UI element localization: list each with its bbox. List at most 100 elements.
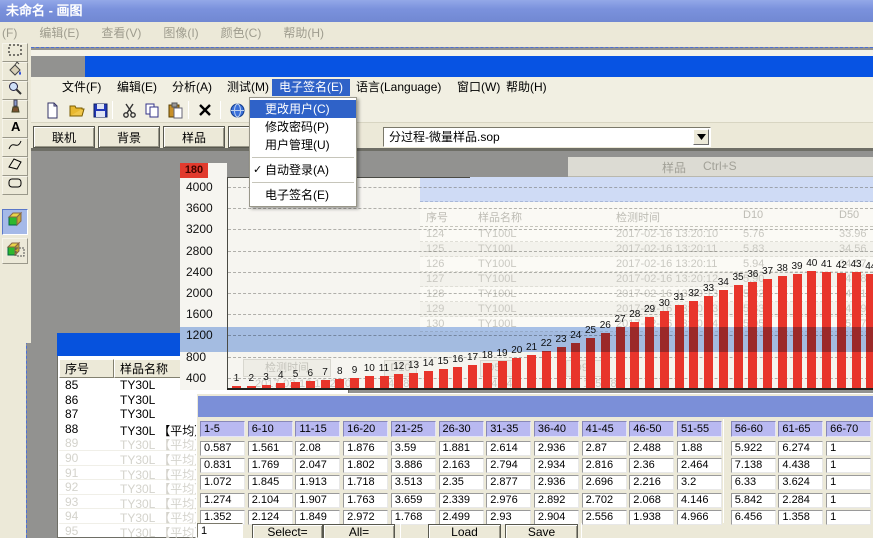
grid-cell[interactable]: 2.047 <box>295 458 340 473</box>
grid-cell[interactable]: 2.904 <box>534 510 579 525</box>
grid-cell[interactable]: 2.36 <box>629 458 674 473</box>
grid-cell[interactable]: 1.938 <box>629 510 674 525</box>
panel-button-Select[interactable]: Select= <box>252 524 323 538</box>
dropdown-item-4[interactable]: 自动登录(A)✓ <box>250 161 356 179</box>
grid-cell[interactable]: 1.763 <box>343 493 388 508</box>
grid-cell[interactable]: 6.274 <box>778 441 823 456</box>
open-folder-icon[interactable] <box>67 101 86 120</box>
paint-menu-item-1[interactable]: 编辑(E) <box>39 24 79 41</box>
grid-cell[interactable]: 3.886 <box>391 458 436 473</box>
grid-cell[interactable]: 2.068 <box>629 493 674 508</box>
grid-cell[interactable]: 2.816 <box>582 458 627 473</box>
grid-cell[interactable]: 6.456 <box>731 510 776 525</box>
paint-tool-brush[interactable] <box>2 100 28 119</box>
grid-cell[interactable]: 2.556 <box>582 510 627 525</box>
grid-cell[interactable]: 1 <box>826 441 871 456</box>
paint-tool-magnifier[interactable] <box>2 81 28 100</box>
grid-cell[interactable]: 2.976 <box>486 493 531 508</box>
grid-cell[interactable]: 2.284 <box>778 493 823 508</box>
cut-icon[interactable] <box>120 101 139 120</box>
grid-cell[interactable]: 2.339 <box>439 493 484 508</box>
grid-cell[interactable]: 2.93 <box>486 510 531 525</box>
app-menu-item-1[interactable]: 编辑(E) <box>110 79 164 96</box>
grid-cell[interactable]: 2.614 <box>486 441 531 456</box>
sample-col-index[interactable]: 序号 <box>59 359 114 378</box>
grid-cell[interactable]: 2.877 <box>486 475 531 490</box>
grid-cell[interactable]: 3.2 <box>677 475 722 490</box>
app-button-背景[interactable]: 背景 <box>98 126 160 148</box>
paint-tool-text[interactable]: A <box>2 119 28 138</box>
app-button-联机[interactable]: 联机 <box>33 126 95 148</box>
paste-icon[interactable] <box>166 101 185 120</box>
data-grid-titlebar[interactable] <box>198 396 873 417</box>
grid-cell[interactable]: 2.87 <box>582 441 627 456</box>
grid-cell[interactable]: 1.072 <box>200 475 245 490</box>
panel-button-Load[interactable]: Load <box>428 524 501 538</box>
user-icon[interactable] <box>228 101 247 120</box>
dropdown-item-6[interactable]: 电子签名(E) <box>250 186 356 204</box>
grid-cell[interactable]: 2.216 <box>629 475 674 490</box>
grid-cell[interactable]: 2.936 <box>534 475 579 490</box>
app-menu-item-2[interactable]: 分析(A) <box>165 79 219 96</box>
paint-tool-curve[interactable] <box>2 138 28 157</box>
grid-cell[interactable]: 1 <box>826 510 871 525</box>
paint-menu-item-0[interactable]: (F) <box>2 26 17 40</box>
grid-cell[interactable]: 1.907 <box>295 493 340 508</box>
grid-cell[interactable]: 2.104 <box>248 493 293 508</box>
grid-cell[interactable]: 1 <box>826 493 871 508</box>
grid-cell[interactable]: 1 <box>826 458 871 473</box>
grid-cell[interactable]: 0.587 <box>200 441 245 456</box>
grid-cell[interactable]: 2.35 <box>439 475 484 490</box>
paint-tool-rect-select[interactable] <box>2 43 28 62</box>
grid-cell[interactable]: 2.08 <box>295 441 340 456</box>
grid-cell[interactable]: 1.849 <box>295 510 340 525</box>
grid-cell[interactable]: 2.499 <box>439 510 484 525</box>
new-document-icon[interactable] <box>43 101 62 120</box>
grid-cell[interactable]: 1.802 <box>343 458 388 473</box>
grid-cell[interactable]: 1.913 <box>295 475 340 490</box>
grid-cell[interactable]: 1.561 <box>248 441 293 456</box>
grid-cell[interactable]: 2.794 <box>486 458 531 473</box>
combobox-dropdown-arrow-icon[interactable] <box>693 129 709 145</box>
grid-cell[interactable]: 5.842 <box>731 493 776 508</box>
grid-cell[interactable]: 3.513 <box>391 475 436 490</box>
dropdown-item-0[interactable]: 更改用户(C) <box>250 100 356 118</box>
dropdown-item-2[interactable]: 用户管理(U) <box>250 136 356 154</box>
app-menu-item-3[interactable]: 测试(M) <box>220 79 276 96</box>
app-button-样品[interactable]: 样品 <box>163 126 225 148</box>
grid-cell[interactable]: 2.696 <box>582 475 627 490</box>
panel-button-All[interactable]: All= <box>323 524 395 538</box>
grid-cell[interactable]: 2.163 <box>439 458 484 473</box>
grid-cell[interactable]: 5.922 <box>731 441 776 456</box>
app-menu-esignature[interactable]: 电子签名(E) <box>272 79 350 96</box>
paint-tool-cube-3d-alt[interactable] <box>2 238 28 264</box>
grid-cell[interactable]: 1 <box>826 475 871 490</box>
paint-tool-polygon[interactable] <box>2 157 28 176</box>
grid-cell[interactable]: 1.845 <box>248 475 293 490</box>
panel-button-Save[interactable]: Save <box>505 524 578 538</box>
grid-cell[interactable]: 3.659 <box>391 493 436 508</box>
grid-cell[interactable]: 2.934 <box>534 458 579 473</box>
delete-icon[interactable] <box>196 101 215 120</box>
grid-cell[interactable]: 2.464 <box>677 458 722 473</box>
grid-cell[interactable]: 1.718 <box>343 475 388 490</box>
dropdown-item-1[interactable]: 修改密码(P) <box>250 118 356 136</box>
app-menu-item-7[interactable]: 帮助(H) <box>499 79 554 96</box>
grid-cell[interactable]: 3.624 <box>778 475 823 490</box>
paint-menu-item-2[interactable]: 查看(V) <box>101 24 141 41</box>
save-icon[interactable] <box>91 101 110 120</box>
paint-tool-fill[interactable] <box>2 62 28 81</box>
grid-cell[interactable]: 4.146 <box>677 493 722 508</box>
paint-menu-item-4[interactable]: 颜色(C) <box>221 24 262 41</box>
grid-cell[interactable]: 2.972 <box>343 510 388 525</box>
grid-cell[interactable]: 7.138 <box>731 458 776 473</box>
grid-cell[interactable]: 6.33 <box>731 475 776 490</box>
grid-cell[interactable]: 2.936 <box>534 441 579 456</box>
paint-tool-cube-3d[interactable] <box>2 209 28 235</box>
grid-cell[interactable]: 0.831 <box>200 458 245 473</box>
count-input[interactable] <box>197 523 243 538</box>
sop-file-combobox[interactable]: 分过程-微量样品.sop <box>383 127 711 147</box>
paint-titlebar[interactable]: 未命名 - 画图 <box>0 0 873 22</box>
paint-menu-item-3[interactable]: 图像(I) <box>163 24 198 41</box>
grid-cell[interactable]: 1.358 <box>778 510 823 525</box>
